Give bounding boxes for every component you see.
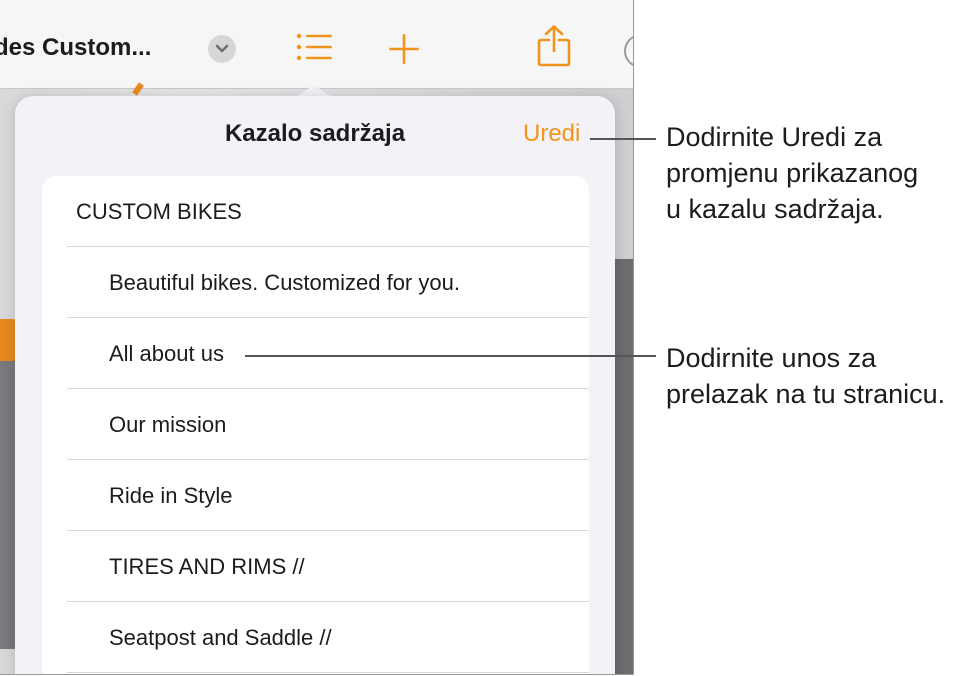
toc-item-label: Our mission	[109, 412, 227, 437]
toc-item[interactable]: Our mission	[42, 389, 589, 460]
entry-callout-line-1: Dodirnite unos za	[666, 343, 877, 373]
toc-item[interactable]: Seatpost and Saddle //	[42, 602, 589, 673]
edit-callout-line-2: promjenu prikazanog	[666, 158, 919, 188]
toc-item-label: TIRES AND RIMS //	[109, 554, 305, 579]
toc-item-label: Seatpost and Saddle //	[109, 625, 332, 650]
toolbar: des Custom...	[0, 0, 633, 89]
edit-callout-line-1: Dodirnite Uredi za	[666, 122, 883, 152]
entry-callout-line-2: prelazak na tu stranicu.	[666, 379, 946, 409]
edit-callout-line-3: u kazalu sadržaja.	[666, 194, 884, 224]
toc-item[interactable]: TIRES AND RIMS //	[42, 531, 589, 602]
toc-item[interactable]: All about us	[42, 318, 589, 389]
toc-list: CUSTOM BIKES Beautiful bikes. Customized …	[42, 176, 589, 674]
more-icon[interactable]	[624, 34, 633, 68]
ipad-screen: des Custom... Kazalo sadržaja Uredi CUST…	[0, 0, 634, 675]
bike-photo-right	[612, 259, 633, 674]
toc-popover: Kazalo sadržaja Uredi CUSTOM BIKES Beauti…	[15, 96, 615, 674]
edit-button[interactable]: Uredi	[523, 120, 580, 148]
plus-icon[interactable]	[388, 33, 420, 70]
toc-item-label: All about us	[109, 341, 224, 366]
chevron-down-icon[interactable]	[208, 35, 236, 63]
toc-item-label: Ride in Style	[109, 483, 233, 508]
toc-item[interactable]: Ride in Style	[42, 460, 589, 531]
edit-callout-line	[590, 138, 656, 140]
toc-item-label: CUSTOM BIKES	[76, 199, 242, 224]
list-icon[interactable]	[296, 32, 334, 67]
document-title[interactable]: des Custom...	[0, 34, 151, 62]
entry-callout-text: Dodirnite unos za prelazak na tu stranic…	[666, 340, 945, 412]
divider	[67, 672, 589, 673]
toc-item[interactable]: Beautiful bikes. Customized for you.	[42, 247, 589, 318]
toc-item[interactable]: CUSTOM BIKES	[42, 176, 589, 247]
entry-callout-line	[245, 355, 656, 357]
share-icon[interactable]	[537, 25, 571, 72]
toc-item-label: Beautiful bikes. Customized for you.	[109, 270, 460, 295]
edit-callout-text: Dodirnite Uredi za promjenu prikazanog u…	[666, 119, 918, 227]
